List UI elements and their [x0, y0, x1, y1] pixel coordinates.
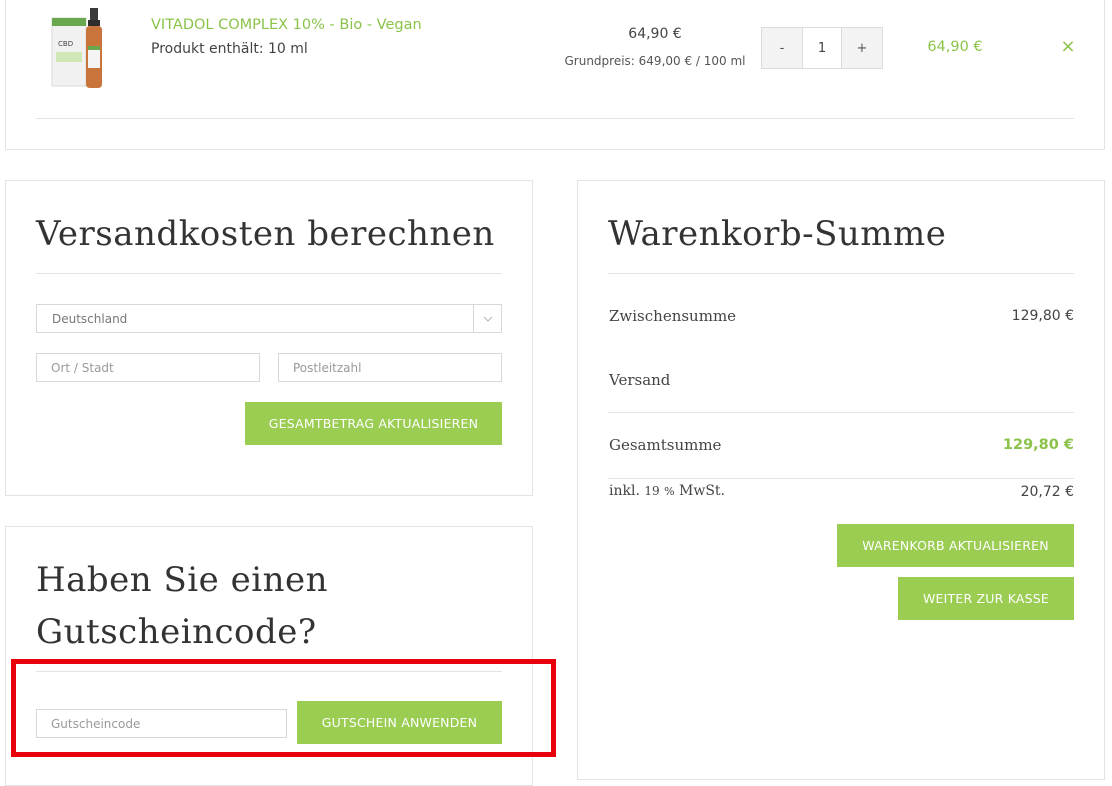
shipping-calculator-title: Versandkosten berechnen — [36, 214, 495, 254]
quantity-plus-button[interactable]: + — [841, 28, 882, 68]
item-subtotal: 64,90 € — [927, 39, 983, 55]
cart-row-divider — [36, 118, 1074, 119]
country-select[interactable]: Deutschland — [36, 304, 502, 333]
product-price: 64,90 € — [628, 26, 682, 42]
update-totals-button[interactable]: GESAMTBETRAG AKTUALISIEREN — [245, 402, 502, 445]
shipping-label: Versand — [609, 371, 671, 389]
shipping-row-divider — [608, 412, 1074, 413]
tax-label-suffix: MwSt. — [679, 483, 725, 499]
product-name-link[interactable]: VITADOL COMPLEX 10% - Bio - Vegan — [151, 17, 422, 33]
city-input[interactable] — [36, 353, 260, 382]
proceed-to-checkout-button[interactable]: WEITER ZUR KASSE — [898, 577, 1074, 620]
product-image[interactable]: CBD — [50, 6, 112, 90]
update-cart-button[interactable]: WARENKORB AKTUALISIEREN — [837, 524, 1074, 567]
quantity-stepper: - 1 + — [761, 27, 883, 69]
quantity-minus-button[interactable]: - — [762, 28, 803, 68]
highlight-frame — [11, 659, 556, 757]
tax-value: 20,72 € — [1020, 484, 1074, 500]
remove-item-icon[interactable]: × — [1058, 36, 1078, 57]
quantity-input[interactable]: 1 — [803, 28, 841, 68]
country-select-value: Deutschland — [52, 311, 128, 326]
postcode-input[interactable] — [278, 353, 502, 382]
tax-percent: % — [664, 485, 675, 498]
product-base-price: Grundpreis: 649,00 € / 100 ml — [564, 54, 746, 68]
tax-rate: 19 — [644, 484, 660, 498]
cart-totals-title-divider — [608, 273, 1074, 274]
tax-label: inkl. 19 % MwSt. — [609, 483, 725, 499]
order-total-label: Gesamtsumme — [609, 436, 722, 454]
subtotal-label: Zwischensumme — [609, 307, 737, 325]
total-row-divider — [608, 478, 1074, 479]
subtotal-value: 129,80 € — [1011, 308, 1074, 324]
coupon-title-line1: Haben Sie einen — [36, 560, 329, 600]
order-total-value: 129,80 € — [1002, 437, 1074, 453]
tax-label-prefix: inkl. — [609, 483, 640, 499]
chevron-down-icon — [473, 305, 501, 332]
shipping-title-divider — [36, 273, 502, 274]
coupon-title-line2: Gutscheincode? — [36, 612, 317, 652]
cart-totals-panel — [577, 180, 1105, 780]
cart-totals-title: Warenkorb-Summe — [608, 214, 947, 254]
product-variant: Produkt enthält: 10 ml — [151, 41, 308, 57]
product-image-label: CBD — [58, 40, 73, 48]
